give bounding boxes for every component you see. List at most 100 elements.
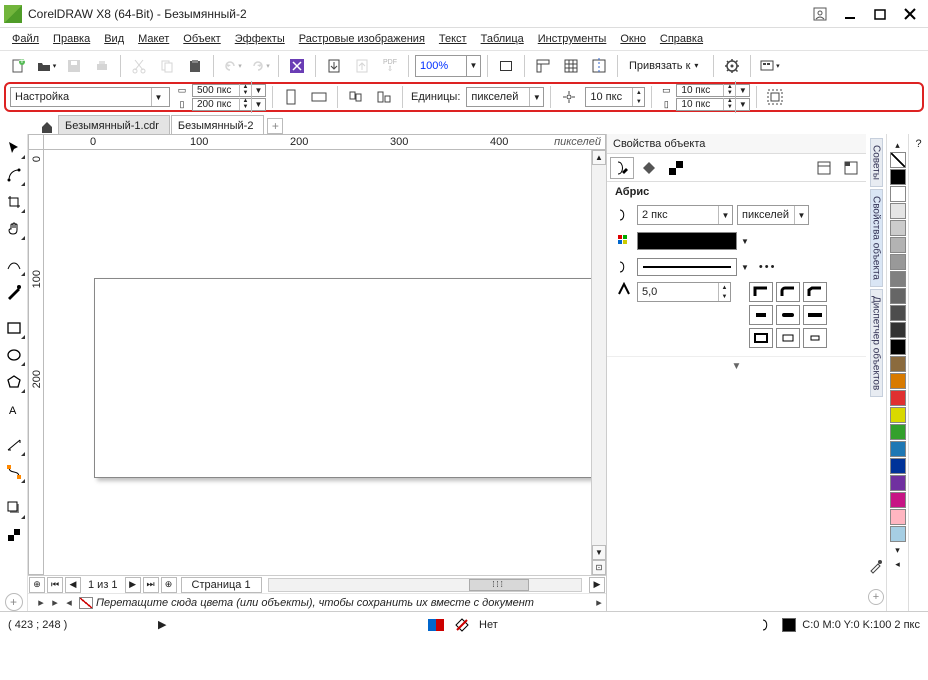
corner-round[interactable]	[776, 282, 800, 302]
canvas[interactable]	[44, 150, 591, 575]
page-preset-input[interactable]	[11, 88, 151, 106]
dup-y-combo[interactable]: ▲▼▼	[676, 98, 750, 111]
options-button[interactable]	[720, 54, 744, 78]
close-button[interactable]	[896, 3, 924, 25]
corner-bevel[interactable]	[803, 282, 827, 302]
menu-text[interactable]: Текст	[433, 31, 473, 47]
color-swatch[interactable]	[890, 288, 906, 304]
menu-view[interactable]: Вид	[98, 31, 130, 47]
pos-center[interactable]	[776, 328, 800, 348]
cap-butt[interactable]	[749, 305, 773, 325]
color-swatch[interactable]	[890, 186, 906, 202]
crop-tool[interactable]	[2, 190, 26, 214]
show-grid-button[interactable]	[559, 54, 583, 78]
fill-indicator-icon[interactable]	[453, 617, 471, 633]
doc-tab-2[interactable]: Безымянный-2	[171, 115, 265, 134]
object-properties-docker-tab[interactable]: Свойства объекта	[870, 189, 883, 287]
ellipse-tool[interactable]	[2, 343, 26, 367]
paste-button[interactable]	[183, 54, 207, 78]
print-button[interactable]	[90, 54, 114, 78]
no-color-swatch[interactable]	[890, 152, 906, 168]
page-preset-combo[interactable]: ▼	[10, 87, 170, 107]
drop-shadow-tool[interactable]	[2, 496, 26, 520]
doc-tab-1[interactable]: Безымянный-1.cdr	[58, 115, 170, 134]
palette-flyout[interactable]: ◂	[890, 557, 906, 571]
shape-tool[interactable]	[2, 163, 26, 187]
outline-tab[interactable]	[610, 157, 634, 179]
import-button[interactable]	[322, 54, 346, 78]
account-icon[interactable]	[806, 3, 834, 25]
cap-round[interactable]	[776, 305, 800, 325]
units-combo[interactable]: ▼	[466, 87, 544, 107]
color-swatch[interactable]	[890, 526, 906, 542]
nudge-distance-combo[interactable]: ▲▼	[585, 87, 645, 107]
color-swatch[interactable]	[890, 407, 906, 423]
transparency-tool[interactable]	[2, 523, 26, 547]
fill-tab[interactable]	[637, 157, 661, 179]
pick-tool[interactable]	[2, 136, 26, 160]
eyedropper-quick-icon[interactable]	[868, 558, 884, 577]
zoom-fit-icon[interactable]: ⊡	[592, 560, 606, 575]
landscape-button[interactable]	[307, 85, 331, 109]
undo-button[interactable]: ▾	[220, 54, 244, 78]
help-indicator[interactable]: ?	[908, 134, 928, 611]
vertical-scrollbar[interactable]: ▲▼ ⊡	[591, 150, 606, 575]
quick-customize[interactable]: +	[5, 593, 23, 611]
freehand-tool[interactable]	[2, 253, 26, 277]
zoom-dropdown[interactable]: ▼	[466, 56, 480, 76]
document-palette[interactable]: ▸▸◂ Перетащите сюда цвета (или объекты),…	[28, 593, 606, 611]
color-swatch[interactable]	[890, 356, 906, 372]
text-tool[interactable]: A	[2, 397, 26, 421]
prev-page[interactable]: ◀	[65, 577, 81, 593]
maximize-button[interactable]	[866, 3, 894, 25]
save-button[interactable]	[62, 54, 86, 78]
scroll-right[interactable]: ▶	[589, 577, 605, 593]
color-swatch[interactable]	[890, 390, 906, 406]
fullscreen-preview-button[interactable]	[494, 54, 518, 78]
ruler-origin[interactable]	[28, 134, 44, 150]
current-page-button[interactable]	[372, 85, 396, 109]
snap-to-dropdown[interactable]: Привязать к▾	[624, 55, 707, 77]
artistic-media-tool[interactable]	[2, 280, 26, 304]
ruler-vertical[interactable]: 0 100 200	[28, 150, 44, 575]
menu-tools[interactable]: Инструменты	[532, 31, 613, 47]
color-proof-icon[interactable]	[427, 617, 445, 633]
new-tab-button[interactable]: +	[267, 118, 283, 134]
home-icon[interactable]	[40, 120, 54, 134]
connector-tool[interactable]	[2, 460, 26, 484]
show-rulers-button[interactable]	[531, 54, 555, 78]
minimize-button[interactable]	[836, 3, 864, 25]
ruler-horizontal[interactable]: 0 100 200 300 400 пикселей	[28, 134, 606, 150]
publish-pdf-button[interactable]: PDF⇩	[378, 54, 402, 78]
menu-help[interactable]: Справка	[654, 31, 709, 47]
page-rect[interactable]	[94, 278, 591, 478]
color-swatch[interactable]	[890, 509, 906, 525]
export-button[interactable]	[350, 54, 374, 78]
dimension-tool[interactable]	[2, 433, 26, 457]
portrait-button[interactable]	[279, 85, 303, 109]
redo-button[interactable]: ▾	[248, 54, 272, 78]
pan-tool[interactable]	[2, 217, 26, 241]
new-button[interactable]: +	[6, 54, 30, 78]
cut-button[interactable]	[127, 54, 151, 78]
page-height-combo[interactable]: ▲▼▼	[192, 98, 266, 111]
more-styles-button[interactable]: •••	[759, 261, 777, 273]
color-swatch[interactable]	[890, 492, 906, 508]
outline-color-indicator[interactable]	[782, 618, 796, 632]
color-swatch[interactable]	[890, 339, 906, 355]
polygon-tool[interactable]	[2, 370, 26, 394]
menu-file[interactable]: Файл	[6, 31, 45, 47]
color-swatch[interactable]	[890, 220, 906, 236]
miter-limit-combo[interactable]: ▲▼	[637, 282, 731, 302]
dropdown-icon[interactable]: ▼	[151, 88, 165, 106]
menu-object[interactable]: Объект	[177, 31, 226, 47]
copy-button[interactable]	[155, 54, 179, 78]
zoom-input[interactable]	[416, 56, 466, 76]
color-swatch[interactable]	[890, 305, 906, 321]
color-swatch[interactable]	[890, 203, 906, 219]
outline-color-swatch[interactable]	[637, 232, 737, 250]
object-manager-docker-tab[interactable]: Диспетчер объектов	[870, 289, 883, 397]
zoom-combo[interactable]: ▼	[415, 55, 481, 77]
show-guidelines-button[interactable]	[587, 54, 611, 78]
docker-title[interactable]: Свойства объекта	[607, 134, 866, 154]
